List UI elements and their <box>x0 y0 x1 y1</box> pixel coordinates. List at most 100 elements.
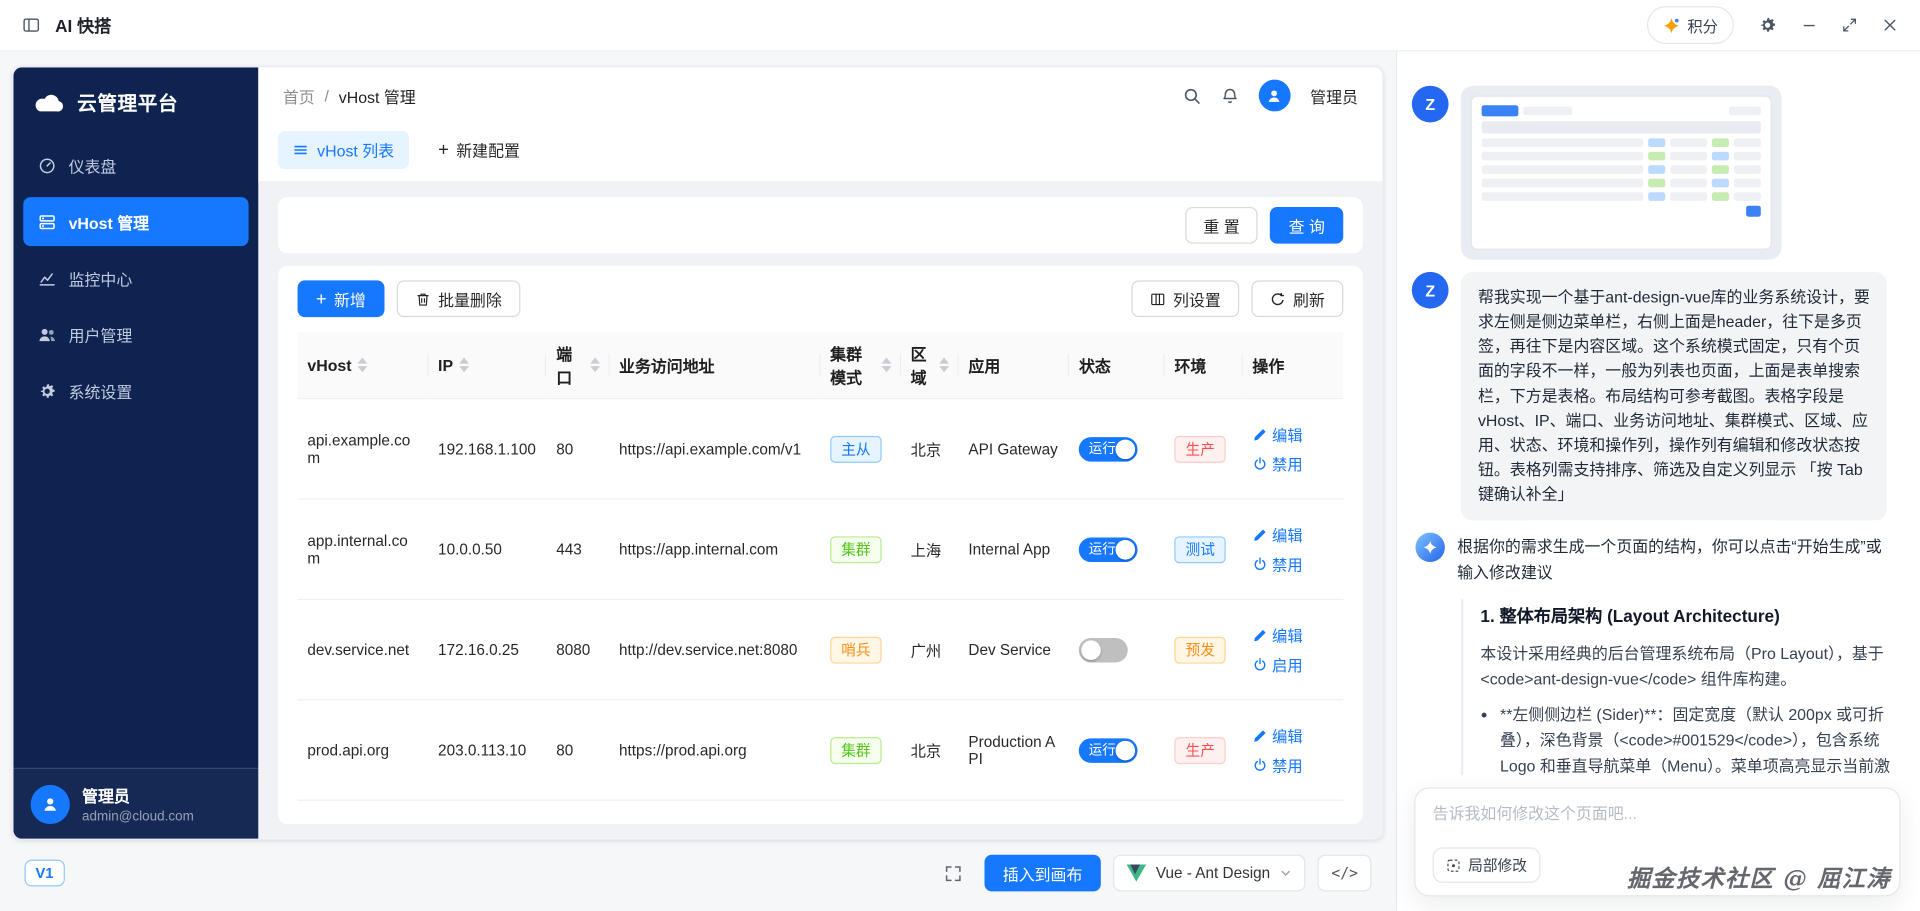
sidebar-toggle-icon[interactable] <box>22 16 40 34</box>
tab-new-config[interactable]: + 新建配置 <box>438 138 520 161</box>
breadcrumb-home[interactable]: 首页 <box>283 84 315 107</box>
toggle-knob <box>1081 639 1102 660</box>
power-icon <box>1252 757 1267 772</box>
chevron-down-icon <box>1280 867 1292 879</box>
generated-doc: 1. 整体布局架构 (Layout Architecture) 本设计采用经典的… <box>1460 598 1903 776</box>
sort-icon[interactable] <box>939 357 949 373</box>
doc-paragraph: 本设计采用经典的后台管理系统布局（Pro Layout），基于 <code>an… <box>1480 643 1884 689</box>
filter-card: 重 置 查 询 <box>277 197 1363 254</box>
generated-app-preview: 云管理平台 仪表盘 vHost 管理 监控中心 用户管理 系统设置 管理员 ad… <box>12 66 1384 841</box>
status-toggle[interactable]: 运行 <box>1079 436 1138 462</box>
sidebar-item-vhost[interactable]: vHost 管理 <box>23 197 249 247</box>
cell-url: http://dev.service.net:8080 <box>609 599 821 701</box>
cell-vhost: app.internal.com <box>297 498 429 601</box>
edit-icon <box>1252 527 1267 542</box>
column-header-region[interactable]: 区域 <box>900 331 959 400</box>
cell-env: 生产 <box>1164 398 1243 500</box>
header-avatar[interactable] <box>1258 79 1291 112</box>
chat-input[interactable] <box>1432 804 1883 823</box>
close-icon[interactable] <box>1882 17 1898 33</box>
table-row: api.example.com 192.168.1.100 80 https:/… <box>297 398 1344 500</box>
cell-url: http://test.backend.io:9000 <box>609 800 821 825</box>
batch-delete-button[interactable]: 批量删除 <box>396 280 521 318</box>
edit-link[interactable]: 编辑 <box>1252 623 1333 646</box>
cell-port: 443 <box>546 498 610 601</box>
sidebar-item-monitor[interactable]: 监控中心 <box>23 253 248 302</box>
cell-cluster: 哨兵 <box>820 599 901 701</box>
cell-port: 8080 <box>546 599 610 701</box>
cell-app: API Gateway <box>958 398 1070 500</box>
status-toggle[interactable] <box>1079 637 1128 662</box>
cell-cluster: 主从 <box>820 800 901 825</box>
minimize-icon[interactable] <box>1801 17 1817 33</box>
cell-app: Test Backend <box>958 800 1070 825</box>
cell-ip: 192.168.1.100 <box>428 398 547 500</box>
version-badge[interactable]: V1 <box>24 859 65 887</box>
refresh-icon <box>1270 291 1286 307</box>
tab-label: 新建配置 <box>456 142 520 161</box>
toggle-knob <box>1115 740 1136 760</box>
vue-logo-icon <box>1126 864 1147 882</box>
page-content: 重 置 查 询 + 新增 批量删除 列设置 刷新 vHost IP 端口 业务访… <box>258 182 1382 838</box>
framework-select[interactable]: Vue - Ant Design <box>1113 854 1306 892</box>
env-tag: 生产 <box>1174 435 1226 463</box>
toggle-status-link[interactable]: 禁用 <box>1252 552 1333 575</box>
monitor-icon <box>38 269 56 287</box>
sidebar-item-dashboard[interactable]: 仪表盘 <box>23 141 248 190</box>
cluster-tag: 主从 <box>830 435 882 463</box>
toggle-status-link[interactable]: 禁用 <box>1252 753 1333 776</box>
sort-icon[interactable] <box>589 357 600 373</box>
plus-icon: + <box>438 139 449 161</box>
table-card: + 新增 批量删除 列设置 刷新 vHost IP 端口 业务访问地址 集群模式… <box>277 265 1363 825</box>
insert-to-canvas-button[interactable]: 插入到画布 <box>984 854 1101 892</box>
sort-icon[interactable] <box>881 357 892 373</box>
column-header-vhost[interactable]: vHost <box>297 331 429 400</box>
toggle-status-link[interactable]: 启用 <box>1252 653 1333 676</box>
chat-panel: Z Z 帮我实现一个基于ant-design-vue库的业务系统设计，要求左侧是… <box>1395 51 1920 911</box>
tab-vhost-list[interactable]: vHost 列表 <box>277 131 409 169</box>
partial-edit-button[interactable]: 局部修改 <box>1432 847 1541 883</box>
chat-message-attachment: Z <box>1411 85 1903 260</box>
column-header-cluster[interactable]: 集群模式 <box>820 331 901 400</box>
settings-icon <box>38 381 56 399</box>
toggle-status-link[interactable]: 禁用 <box>1252 452 1333 475</box>
cell-region: 上海 <box>900 498 959 601</box>
add-button[interactable]: + 新增 <box>297 280 385 318</box>
sort-icon[interactable] <box>459 357 470 373</box>
query-button[interactable]: 查 询 <box>1270 206 1344 244</box>
sidebar-user[interactable]: 管理员 admin@cloud.com <box>13 767 259 839</box>
view-code-button[interactable]: </> <box>1317 854 1372 892</box>
edit-link[interactable]: 编辑 <box>1252 523 1333 546</box>
column-settings-button[interactable]: 列设置 <box>1131 280 1240 318</box>
cell-port: 80 <box>546 699 610 801</box>
status-toggle[interactable]: 运行 <box>1079 737 1138 763</box>
cell-port: 80 <box>546 398 610 500</box>
gear-icon[interactable] <box>1758 16 1776 34</box>
maximize-icon[interactable] <box>1842 17 1858 33</box>
sidebar-item-label: 仪表盘 <box>68 157 117 176</box>
column-header-actions: 操作 <box>1242 331 1344 400</box>
expand-icon[interactable] <box>935 855 972 892</box>
column-header-ip[interactable]: IP <box>428 331 547 400</box>
search-icon[interactable] <box>1183 86 1201 104</box>
cell-region: 上海 <box>900 800 959 825</box>
table-row: prod.api.org 203.0.113.10 80 https://pro… <box>297 699 1344 801</box>
workspace: 云管理平台 仪表盘 vHost 管理 监控中心 用户管理 系统设置 管理员 ad… <box>0 51 1920 911</box>
column-header-port[interactable]: 端口 <box>546 331 610 400</box>
sidebar-item-settings[interactable]: 系统设置 <box>23 366 248 415</box>
refresh-button[interactable]: 刷新 <box>1251 280 1344 318</box>
cell-region: 北京 <box>900 699 959 801</box>
sidebar-item-users[interactable]: 用户管理 <box>23 310 248 359</box>
points-button[interactable]: 积分 <box>1646 6 1734 45</box>
sidebar-menu: 仪表盘 vHost 管理 监控中心 用户管理 系统设置 <box>13 131 258 768</box>
tab-bar: vHost 列表 + 新建配置 <box>258 123 1383 183</box>
reset-button[interactable]: 重 置 <box>1185 206 1259 244</box>
cell-url: https://api.example.com/v1 <box>609 398 821 500</box>
chat-screenshot-thumbnail[interactable] <box>1460 85 1782 260</box>
status-toggle[interactable]: 运行 <box>1079 536 1138 562</box>
sort-icon[interactable] <box>357 357 368 373</box>
bell-icon[interactable] <box>1221 86 1239 104</box>
edit-link[interactable]: 编辑 <box>1252 724 1333 747</box>
edit-link[interactable]: 编辑 <box>1252 422 1333 445</box>
column-header-url: 业务访问地址 <box>609 331 821 400</box>
